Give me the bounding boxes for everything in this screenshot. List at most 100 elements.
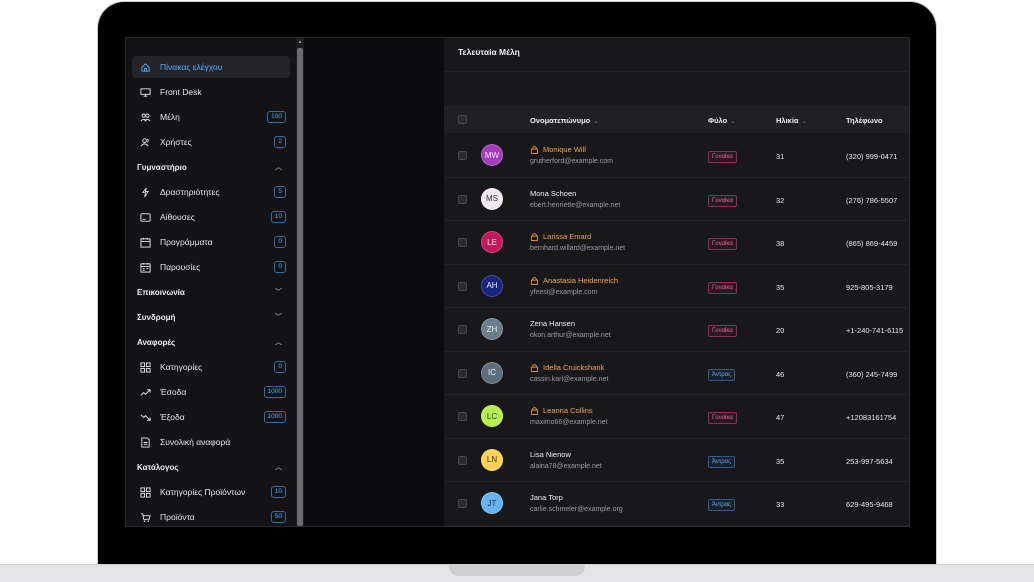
member-email: grutherford@example.com xyxy=(530,158,613,165)
table-row[interactable]: ZH Zena Hansen okon.arthur@example.net Γ… xyxy=(444,308,909,352)
avatar: LE xyxy=(481,231,503,253)
sidebar-item[interactable]: Έσοδα 1000 xyxy=(132,381,290,403)
sidebar-item[interactable]: Κατηγορίες Προϊόντων 10 xyxy=(132,481,290,503)
table-row[interactable]: MW Monique Will grutherford@example.com … xyxy=(444,134,909,178)
scrollbar-thumb[interactable] xyxy=(297,48,303,526)
column-phone-label: Τηλέφωνο xyxy=(846,116,883,125)
lock-icon xyxy=(530,407,539,415)
count-badge: 2 xyxy=(274,136,286,148)
grid-icon xyxy=(137,486,153,498)
table-row[interactable]: LC Leanna Collins maximo66@example.net Γ… xyxy=(444,395,909,439)
avatar: MS xyxy=(481,187,503,210)
chevron-down-icon: ⌄ xyxy=(801,118,808,125)
count-badge: 0 xyxy=(274,261,286,273)
row-checkbox[interactable] xyxy=(458,281,467,291)
table-row[interactable]: AH Anastasia Heidenreich yfeest@example.… xyxy=(444,265,909,308)
sidebar-item[interactable]: Πίνακας ελέγχου xyxy=(132,56,290,78)
table-row[interactable]: LE Larissa Emard bernhard.willard@exampl… xyxy=(444,221,909,265)
sidebar-section[interactable]: Επικοινωνία ﹀ xyxy=(132,281,290,303)
column-header-name[interactable]: Ονοματεπώνυμο ⌄ xyxy=(530,116,599,125)
member-name[interactable]: Zena Hansen xyxy=(530,319,575,328)
lock-icon xyxy=(530,146,539,154)
column-header-gender[interactable]: Φύλο ⌄ xyxy=(708,116,736,125)
scroll-up-arrow-icon[interactable]: ▲ xyxy=(297,38,303,46)
member-email: cassin.karl@example.net xyxy=(530,375,609,383)
laptop-notch xyxy=(449,564,585,576)
sidebar-item[interactable]: Μέλη 100 xyxy=(132,106,290,128)
sidebar-section[interactable]: Αναφορές ︿ xyxy=(132,331,290,353)
table-row[interactable]: LN Lisa Nienow alaina78@example.net Άντρ… xyxy=(444,439,909,482)
sidebar-item-label: Χρήστες xyxy=(160,137,192,147)
table-row[interactable]: IC Idella Cruickshank cassin.karl@exampl… xyxy=(444,352,909,395)
member-name[interactable]: Larissa Emard xyxy=(530,232,591,241)
member-email: ebert.henriette@example.net xyxy=(530,201,621,209)
sidebar-section[interactable]: Γυμναστήριο ︿ xyxy=(132,156,290,178)
member-name[interactable]: Lisa Nienow xyxy=(530,450,571,459)
row-checkbox[interactable] xyxy=(458,325,467,334)
member-name[interactable]: Jana Torp xyxy=(530,493,563,502)
member-age: 32 xyxy=(776,195,785,205)
sidebar-item[interactable]: Front Desk xyxy=(132,81,290,103)
sidebar-item[interactable]: Παρουσίες 0 xyxy=(132,256,290,278)
member-email: bernhard.willard@example.net xyxy=(530,245,626,252)
member-name-text: Jana Torp xyxy=(530,493,563,502)
sidebar-item-label: Προϊόντα xyxy=(160,512,195,522)
home-icon xyxy=(137,61,153,73)
select-all-checkbox[interactable] xyxy=(458,115,467,124)
sidebar-scrollbar[interactable]: ▲ xyxy=(296,38,304,526)
row-checkbox[interactable] xyxy=(458,238,467,247)
row-checkbox[interactable] xyxy=(458,412,467,421)
avatar: LN xyxy=(481,448,503,471)
member-age: 20 xyxy=(776,326,785,335)
count-badge: 10 xyxy=(270,211,286,223)
row-checkbox[interactable] xyxy=(458,455,467,465)
row-checkbox[interactable] xyxy=(458,499,467,508)
sidebar-item[interactable]: Προγράμματα 0 xyxy=(132,231,290,253)
member-name[interactable]: Idella Cruickshank xyxy=(530,363,604,372)
sidebar-section[interactable]: Συνδρομή ﹀ xyxy=(132,306,290,328)
sidebar-item-label: Front Desk xyxy=(160,87,202,97)
sidebar-item[interactable]: Αίθουσες 10 xyxy=(132,206,290,228)
count-badge: 5 xyxy=(274,186,286,198)
column-header-age[interactable]: Ηλικία ⌄ xyxy=(776,116,807,125)
member-age: 31 xyxy=(776,152,785,161)
sidebar-item[interactable]: Προϊόντα 50 xyxy=(132,506,290,526)
table-row[interactable]: MS Mona Schoen ebert.henriette@example.n… xyxy=(444,178,909,221)
chevron-down-icon: ﹀ xyxy=(275,289,282,296)
member-phone: 629-495-9468 xyxy=(846,500,893,509)
sidebar-item[interactable]: Συνολική αναφορά xyxy=(132,431,290,453)
gender-badge: Γυναίκα xyxy=(708,412,737,424)
grid-icon xyxy=(137,361,153,373)
gender-badge: Γυναίκα xyxy=(708,194,737,207)
gender-badge: Γυναίκα xyxy=(708,325,737,337)
chevron-up-icon: ︿ xyxy=(275,164,282,171)
member-name[interactable]: Leanna Collins xyxy=(530,406,593,415)
sidebar-item[interactable]: Έξοδα 1000 xyxy=(132,406,290,428)
member-name-text: Larissa Emard xyxy=(543,232,592,241)
member-name-text: Anastasia Heidenreich xyxy=(543,275,619,285)
sidebar-item[interactable]: Χρήστες 2 xyxy=(132,131,290,153)
calendar-icon xyxy=(137,236,153,248)
member-name[interactable]: Mona Schoen xyxy=(530,189,576,198)
row-checkbox[interactable] xyxy=(458,368,467,378)
member-name[interactable]: Anastasia Heidenreich xyxy=(530,276,618,285)
avatar: ZH xyxy=(481,318,503,340)
sidebar-item[interactable]: Κατηγορίες 0 xyxy=(132,356,290,378)
member-phone: (360) 245-7499 xyxy=(846,369,898,379)
sidebar-item[interactable]: Δραστηριότητες 5 xyxy=(132,181,290,203)
member-phone: +12083161754 xyxy=(846,413,897,422)
row-checkbox[interactable] xyxy=(458,151,467,160)
member-name-text: Monique Will xyxy=(543,145,586,154)
member-name-text: Zena Hansen xyxy=(530,319,576,328)
sidebar-section[interactable]: Κατάλογος ︿ xyxy=(132,456,290,478)
latest-members-panel: Τελευταία Μέλη Ονοματεπώνυμο ⌄ Φύλο ⌄ Ηλικ… xyxy=(444,38,909,526)
sidebar-item-label: Έξοδα xyxy=(160,412,185,422)
table-row[interactable]: JT Jana Torp carlie.schmeler@example.org… xyxy=(444,482,909,526)
sidebar-item-label: Μέλη xyxy=(160,112,180,122)
member-age: 38 xyxy=(776,239,785,248)
member-name[interactable]: Monique Will xyxy=(530,145,586,154)
member-phone: 925-805-3179 xyxy=(846,282,893,292)
row-checkbox[interactable] xyxy=(458,194,467,204)
bolt-icon xyxy=(137,186,153,198)
sidebar-section-label: Γυμναστήριο xyxy=(137,162,187,172)
